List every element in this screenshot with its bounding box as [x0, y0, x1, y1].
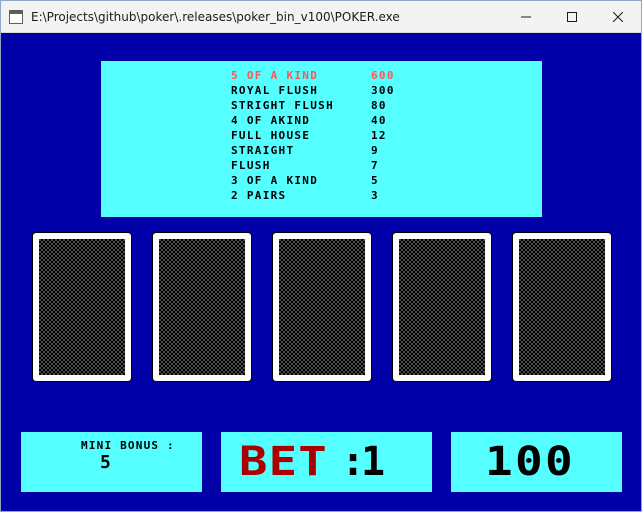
minimize-icon: [521, 16, 531, 17]
hand-payout: 3: [371, 189, 379, 202]
card-1[interactable]: [32, 232, 132, 382]
card-4[interactable]: [392, 232, 492, 382]
credits-panel: 100: [451, 432, 622, 492]
paytable-row: STRAIGHT 9: [231, 143, 379, 158]
title-bar[interactable]: E:\Projects\github\poker\.releases\poker…: [1, 1, 641, 33]
hand-payout: 600: [371, 69, 395, 82]
bet-panel: BET : 1: [221, 432, 432, 492]
card-back: [279, 239, 365, 375]
mini-bonus-value: 5: [100, 452, 111, 473]
hand-name: 4 OF AKIND: [231, 114, 311, 127]
hand-name: ROYAL FLUSH: [231, 84, 319, 97]
hand-payout: 40: [371, 114, 387, 127]
paytable-row: STRIGHT FLUSH 80: [231, 98, 387, 113]
hand-name: STRIGHT FLUSH: [231, 99, 334, 112]
app-window: E:\Projects\github\poker\.releases\poker…: [0, 0, 642, 512]
maximize-icon: [567, 11, 577, 22]
bet-label: BET: [239, 439, 328, 485]
card-2[interactable]: [152, 232, 252, 382]
minimize-button[interactable]: [503, 1, 549, 32]
paytable-row: 3 OF A KIND 5: [231, 173, 379, 188]
card-5[interactable]: [512, 232, 612, 382]
hand-name: 3 OF A KIND: [231, 174, 319, 187]
paytable-row: 5 OF A KIND 600: [231, 68, 395, 83]
maximize-button[interactable]: [549, 1, 595, 32]
card-back: [159, 239, 245, 375]
paytable-row: FULL HOUSE 12: [231, 128, 387, 143]
hand-payout: 5: [371, 174, 379, 187]
hand-name: FULL HOUSE: [231, 129, 311, 142]
card-back: [399, 239, 485, 375]
paytable: 5 OF A KIND 600 ROYAL FLUSH 300 STRIGHT FL…: [101, 61, 542, 217]
hand-name: STRAIGHT: [231, 144, 295, 157]
hand-payout: 300: [371, 84, 395, 97]
paytable-row: ROYAL FLUSH 300: [231, 83, 395, 98]
mini-bonus-label: MINI BONUS :: [81, 439, 175, 452]
card-back: [519, 239, 605, 375]
hand-name: 2 PAIRS: [231, 189, 287, 202]
hand-name: FLUSH: [231, 159, 271, 172]
close-icon: [613, 11, 623, 22]
app-icon: [9, 9, 23, 24]
hand-payout: 80: [371, 99, 387, 112]
bet-value: 1: [361, 439, 386, 485]
credits-value: 100: [485, 439, 575, 485]
hand-payout: 7: [371, 159, 379, 172]
hand-name: 5 OF A KIND: [231, 69, 319, 82]
hand-payout: 12: [371, 129, 387, 142]
card-back: [39, 239, 125, 375]
card-3[interactable]: [272, 232, 372, 382]
paytable-row: 2 PAIRS 3: [231, 188, 379, 203]
close-button[interactable]: [595, 1, 641, 32]
window-title: E:\Projects\github\poker\.releases\poker…: [31, 9, 400, 24]
paytable-row: FLUSH 7: [231, 158, 379, 173]
hand-payout: 9: [371, 144, 379, 157]
mini-bonus-panel: MINI BONUS : 5: [21, 432, 202, 492]
paytable-row: 4 OF AKIND 40: [231, 113, 387, 128]
